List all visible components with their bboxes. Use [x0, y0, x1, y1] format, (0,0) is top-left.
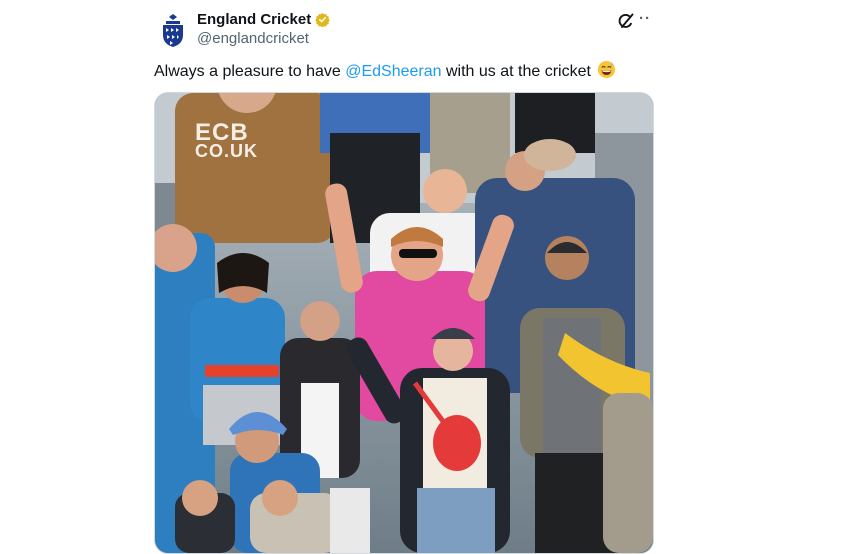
video-media[interactable]: ECB CO.UK	[154, 92, 654, 554]
england-cricket-logo-avatar[interactable]	[158, 12, 188, 48]
ecb-watermark: ECB CO.UK	[195, 119, 258, 161]
post-text-part-1: Always a pleasure to have	[154, 63, 346, 80]
watermark-line-2: CO.UK	[195, 141, 258, 161]
account-name-row: England Cricket	[197, 11, 330, 28]
grinning-sweat-emoji-icon	[597, 60, 616, 79]
more-options-button[interactable]: ··	[639, 9, 657, 29]
tweet: England Cricket @englandcricket ·· Alway…	[0, 0, 864, 554]
grok-icon[interactable]	[616, 11, 636, 31]
account-handle[interactable]: @englandcricket	[197, 30, 309, 47]
mention-link[interactable]: @EdSheeran	[345, 63, 441, 80]
post-text-part-2: with us at the cricket	[441, 63, 591, 80]
watermark-line-1: ECB	[195, 119, 249, 146]
display-name[interactable]: England Cricket	[197, 11, 311, 28]
post-text: Always a pleasure to have @EdSheeran wit…	[154, 60, 616, 83]
verified-badge-icon	[315, 12, 330, 28]
